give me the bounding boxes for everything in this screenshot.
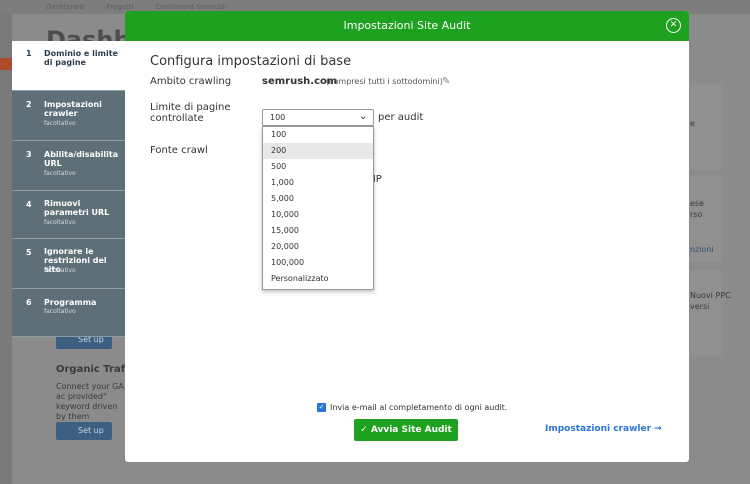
step-title: Impostazioni crawler [44,100,102,118]
left-nav-strip [0,14,12,484]
pencil-icon[interactable]: ✎ [442,76,450,87]
setup-button[interactable]: Set up [56,422,112,440]
step-title: Abilita/disabilita URL [44,150,119,168]
card-text: Nuovi PPC versi [690,291,731,311]
section-title: Configura impostazioni di base [150,54,352,69]
dropdown-option[interactable]: 15,000 [263,223,373,239]
nav-accent [0,58,12,70]
step-number: 1 [26,49,32,58]
site-audit-settings-modal: Impostazioni Site Audit ✕ Configura impo… [125,11,689,462]
page-limit-value: 100 [270,113,286,122]
email-checkbox[interactable]: ✓ [317,403,326,412]
background-card: Nuovi PPC versi [690,270,731,356]
dropdown-option[interactable]: 20,000 [263,239,373,255]
crawl-source-label: Fonte crawl [150,145,208,156]
modal-header: Impostazioni Site Audit ✕ [125,11,689,41]
background-card: ese rso nzioni [690,176,722,262]
dropdown-option[interactable]: 1,000 [263,175,373,191]
step-title: Dominio e limite di pagine [44,49,118,67]
breadcrumb-item[interactable]: Dashboard Semrush [156,3,227,11]
step-title: Rimuovi parametri URL [44,199,110,217]
step-number: 2 [26,100,32,109]
close-icon[interactable]: ✕ [666,18,681,33]
organic-traffic-text: Connect your GA ac provided" keyword dri… [56,382,124,421]
dropdown-option[interactable]: 100 [263,127,373,143]
step-1[interactable]: 1 Dominio e limite di pagine [12,41,125,91]
step-subtitle: facoltativo [44,170,76,177]
dropdown-option[interactable]: 500 [263,159,373,175]
step-subtitle: facoltativo [44,120,76,127]
step-subtitle: facoltativo [44,219,76,226]
crawl-scope-label: Ambito crawling [150,76,232,87]
page-limit-select[interactable]: 100 ⌄ [262,109,374,126]
dropdown-option[interactable]: 100,000 [263,255,373,271]
step-5[interactable]: 5 Ignorare le restrizioni del sito facol… [12,239,125,289]
modal-title: Impostazioni Site Audit [343,19,471,32]
step-subtitle: facoltativo [44,267,76,274]
step-6[interactable]: 6 Programma facoltativo [12,289,125,337]
card-link[interactable]: nzioni [690,245,714,254]
step-2[interactable]: 2 Impostazioni crawler facoltativo [12,91,125,141]
card-text: ese rso [690,199,705,219]
step-3[interactable]: 3 Abilita/disabilita URL facoltativo [12,141,125,191]
email-checkbox-label: Invia e-mail al completamento di ogni au… [330,403,508,412]
breadcrumb: Dashboard Progetti Dashboard Semrush [46,3,247,11]
domain-note: (compresi tutti i sottodomini) [326,77,443,86]
crawler-settings-link[interactable]: Impostazioni crawler → [545,424,662,434]
step-title: Programma [44,298,97,307]
breadcrumb-item[interactable]: Progetti [106,3,133,11]
check-icon: ✓ [360,425,368,435]
step-number: 4 [26,200,32,209]
dropdown-option[interactable]: 10,000 [263,207,373,223]
breadcrumb-item[interactable]: Dashboard [46,3,84,11]
per-audit-label: per audit [378,112,424,123]
steps-sidebar: 1 Dominio e limite di pagine 2 Impostazi… [12,41,125,337]
step-number: 6 [26,298,32,307]
page-limit-dropdown: 100 200 500 1,000 5,000 10,000 15,000 20… [262,126,374,290]
step-4[interactable]: 4 Rimuovi parametri URL facoltativo [12,191,125,239]
dropdown-option[interactable]: Personalizzato [263,271,373,287]
dropdown-option[interactable]: 200 [263,143,373,159]
card-text: e [690,119,695,128]
start-site-audit-button[interactable]: ✓ Avvia Site Audit [354,419,458,441]
background-card: e [690,84,722,170]
chevron-down-icon: ⌄ [359,111,368,122]
dropdown-option[interactable]: 5,000 [263,191,373,207]
page-limit-label: Limite di pagine controllate [150,102,231,124]
step-number: 3 [26,150,32,159]
step-subtitle: facoltativo [44,308,76,315]
step-number: 5 [26,248,32,257]
start-button-label: Avvia Site Audit [370,425,452,435]
